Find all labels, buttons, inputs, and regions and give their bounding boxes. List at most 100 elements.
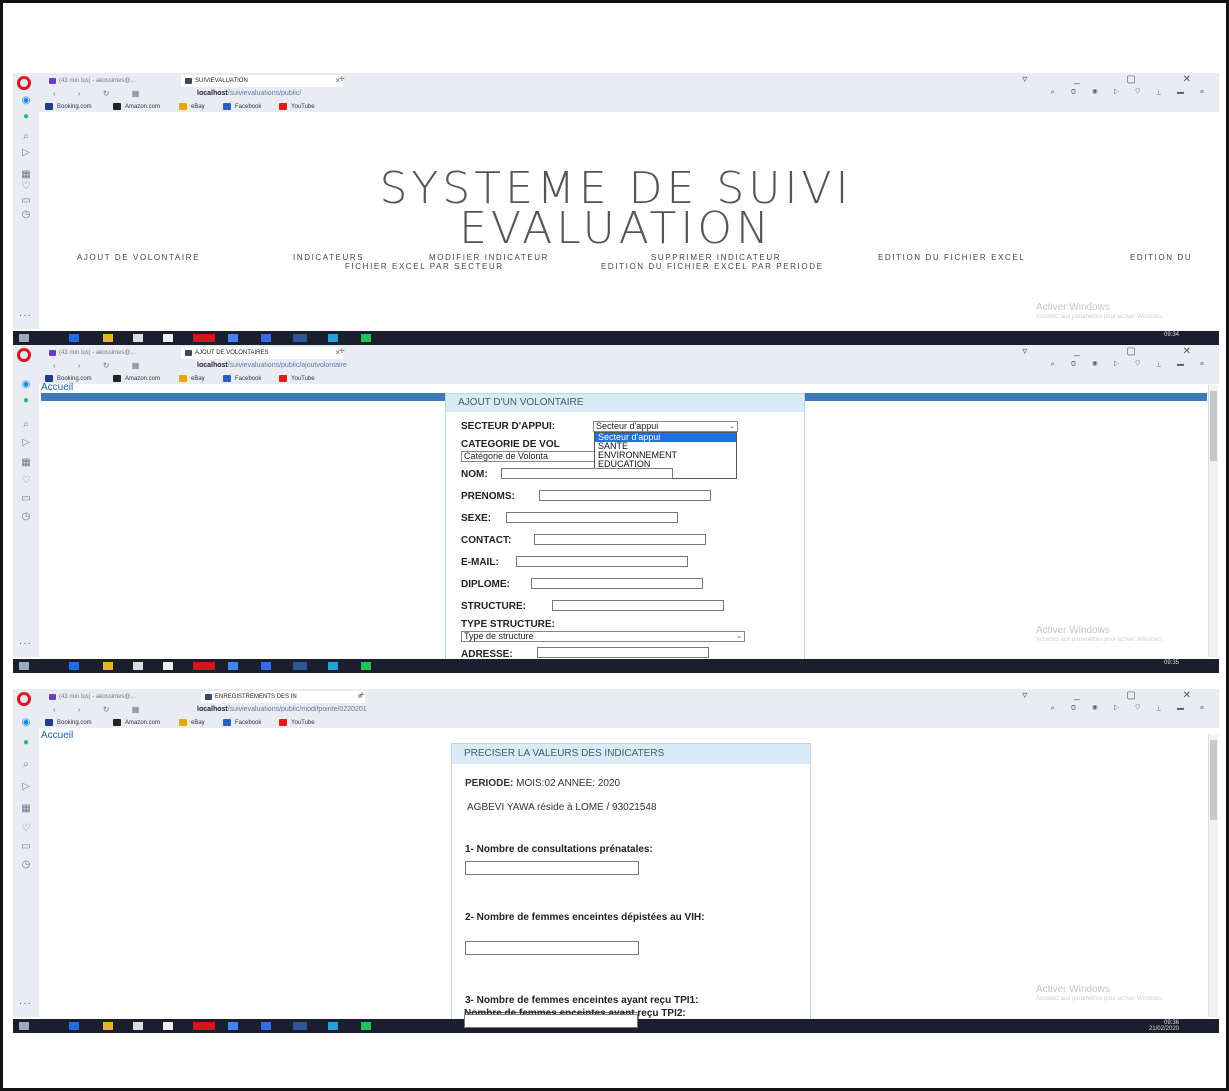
mail-app-icon[interactable]: [163, 334, 173, 342]
history-icon[interactable]: ◷: [20, 859, 32, 871]
shield-icon[interactable]: [361, 1022, 371, 1030]
menu-modifier-indicateur[interactable]: MODIFIER INDICATEUR: [429, 253, 549, 262]
clock[interactable]: 09:36 21/02/2020: [1149, 1020, 1179, 1032]
edge-icon[interactable]: [69, 1022, 79, 1030]
accueil-link[interactable]: Accueil: [41, 382, 73, 393]
flow-icon[interactable]: ▷: [20, 437, 32, 449]
bookmark-amazon[interactable]: Amazon.com: [113, 103, 160, 110]
search-icon[interactable]: ⌕: [20, 419, 32, 431]
whatsapp-icon[interactable]: ●: [20, 737, 32, 749]
whatsapp-icon[interactable]: ●: [20, 111, 32, 123]
nav-buttons[interactable]: ‹ › ↻ ▦: [53, 705, 149, 714]
menu-indicateurs[interactable]: INDICATEURS: [293, 253, 364, 262]
tab-enregistrements[interactable]: ENREGISTREMENTS DES IN ×: [201, 691, 365, 703]
new-tab-button[interactable]: +: [359, 690, 365, 701]
app-icon[interactable]: [328, 334, 338, 342]
bookmark-youtube[interactable]: YouTube: [279, 719, 315, 726]
app-icon[interactable]: [328, 662, 338, 670]
explorer-icon[interactable]: [103, 1022, 113, 1030]
flow-icon[interactable]: ▷: [20, 147, 32, 159]
vs-icon[interactable]: [261, 1022, 271, 1030]
mail-app-icon[interactable]: [163, 1022, 173, 1030]
chrome-icon[interactable]: [228, 334, 238, 342]
window-controls[interactable]: ▿ _ ▢ ✕: [1022, 346, 1213, 357]
sexe-input[interactable]: [506, 512, 678, 523]
bookmark-facebook[interactable]: Facebook: [223, 375, 261, 382]
start-icon[interactable]: [19, 1022, 29, 1030]
diplome-input[interactable]: [531, 578, 703, 589]
store-icon[interactable]: [133, 662, 143, 670]
url-field[interactable]: localhost/suivievaluations/public/modifp…: [197, 706, 367, 713]
scrollbar-thumb[interactable]: [1210, 740, 1217, 820]
structure-input[interactable]: [552, 600, 724, 611]
opera-logo-icon[interactable]: [17, 692, 31, 706]
shield-icon[interactable]: [361, 662, 371, 670]
menu-edition-excel[interactable]: EDITION DU FICHIER EXCEL: [878, 253, 1025, 262]
shield-icon[interactable]: [361, 334, 371, 342]
word-icon[interactable]: [293, 662, 307, 670]
chrome-icon[interactable]: [228, 1022, 238, 1030]
window-controls[interactable]: ▿ _ ▢ ✕: [1022, 690, 1213, 701]
start-icon[interactable]: [19, 662, 29, 670]
bookmark-youtube[interactable]: YouTube: [279, 103, 315, 110]
categorie-select[interactable]: Catégorie de Volonta: [461, 451, 601, 462]
menu-supprimer-indicateur[interactable]: SUPPRIMER INDICATEUR: [651, 253, 781, 262]
speed-dial-icon[interactable]: ▦: [20, 457, 32, 469]
bookmark-ebay[interactable]: eBay: [179, 719, 205, 726]
menu-ajout-volontaire[interactable]: AJOUT DE VOLONTAIRE: [77, 253, 200, 262]
heart-icon[interactable]: ♡: [20, 823, 32, 835]
secteur-select[interactable]: Secteur d'appui ⌄: [593, 421, 738, 432]
explorer-icon[interactable]: [103, 662, 113, 670]
clock[interactable]: 09:34: [1164, 332, 1179, 338]
opera-logo-icon[interactable]: [17, 76, 31, 90]
more-icon[interactable]: ···: [19, 638, 32, 649]
bookmark-ebay[interactable]: eBay: [179, 103, 205, 110]
bookmark-amazon[interactable]: Amazon.com: [113, 375, 160, 382]
edge-icon[interactable]: [69, 662, 79, 670]
word-icon[interactable]: [293, 1022, 307, 1030]
type-structure-select[interactable]: Type de structure ⌄: [461, 631, 745, 642]
clock[interactable]: 09:35: [1164, 660, 1179, 666]
opera-taskbar-icon[interactable]: [193, 1022, 215, 1030]
tab-mail[interactable]: (43 non lus) - akossimes@...×: [45, 75, 189, 87]
tab-mail[interactable]: (43 non lus) - akossimes@...×: [45, 347, 189, 359]
chrome-icon[interactable]: [228, 662, 238, 670]
bookmark-facebook[interactable]: Facebook: [223, 103, 261, 110]
tab-ajout-volontaires[interactable]: AJOUT DE VOLONTAIRES ×: [181, 347, 343, 359]
snapshot-icon[interactable]: ▭: [20, 841, 32, 853]
opera-taskbar-icon[interactable]: [193, 334, 215, 342]
q2-input[interactable]: [465, 941, 639, 955]
snapshot-icon[interactable]: ▭: [20, 493, 32, 505]
bookmark-booking[interactable]: Booking.com: [45, 719, 92, 726]
start-icon[interactable]: [19, 334, 29, 342]
search-icon[interactable]: ⌕: [20, 131, 32, 143]
heart-icon[interactable]: ♡: [20, 475, 32, 487]
app-icon[interactable]: [328, 1022, 338, 1030]
toolbar-icons[interactable]: ⌕ ◎ ◉ ▷ ♡ ⊥ ▬ ≡: [1051, 705, 1211, 713]
toolbar-icons[interactable]: ⌕ ◎ ◉ ▷ ♡ ⊥ ▬ ≡: [1051, 361, 1211, 369]
vs-icon[interactable]: [261, 334, 271, 342]
messenger-icon[interactable]: ◉: [20, 717, 32, 729]
opera-taskbar-icon[interactable]: [193, 662, 215, 670]
store-icon[interactable]: [133, 334, 143, 342]
nom-input[interactable]: [501, 468, 673, 479]
history-icon[interactable]: ◷: [20, 511, 32, 523]
bookmark-youtube[interactable]: YouTube: [279, 375, 315, 382]
scrollbar[interactable]: [1208, 385, 1218, 657]
speed-dial-icon[interactable]: ▦: [20, 803, 32, 815]
opera-logo-icon[interactable]: [17, 348, 31, 362]
messenger-icon[interactable]: ◉: [20, 95, 32, 107]
store-icon[interactable]: [133, 1022, 143, 1030]
whatsapp-icon[interactable]: ●: [20, 395, 32, 407]
more-icon[interactable]: ···: [19, 998, 32, 1009]
tab-mail[interactable]: (43 non lus) - akossimes@...×: [45, 691, 209, 703]
explorer-icon[interactable]: [103, 334, 113, 342]
edge-icon[interactable]: [69, 334, 79, 342]
q1-input[interactable]: [465, 861, 639, 875]
vs-icon[interactable]: [261, 662, 271, 670]
adresse-input[interactable]: [537, 647, 709, 658]
bookmark-facebook[interactable]: Facebook: [223, 719, 261, 726]
word-icon[interactable]: [293, 334, 307, 342]
tab-suivievaluation[interactable]: SUIVIEVALUATION ×: [181, 75, 343, 87]
prenoms-input[interactable]: [539, 490, 711, 501]
